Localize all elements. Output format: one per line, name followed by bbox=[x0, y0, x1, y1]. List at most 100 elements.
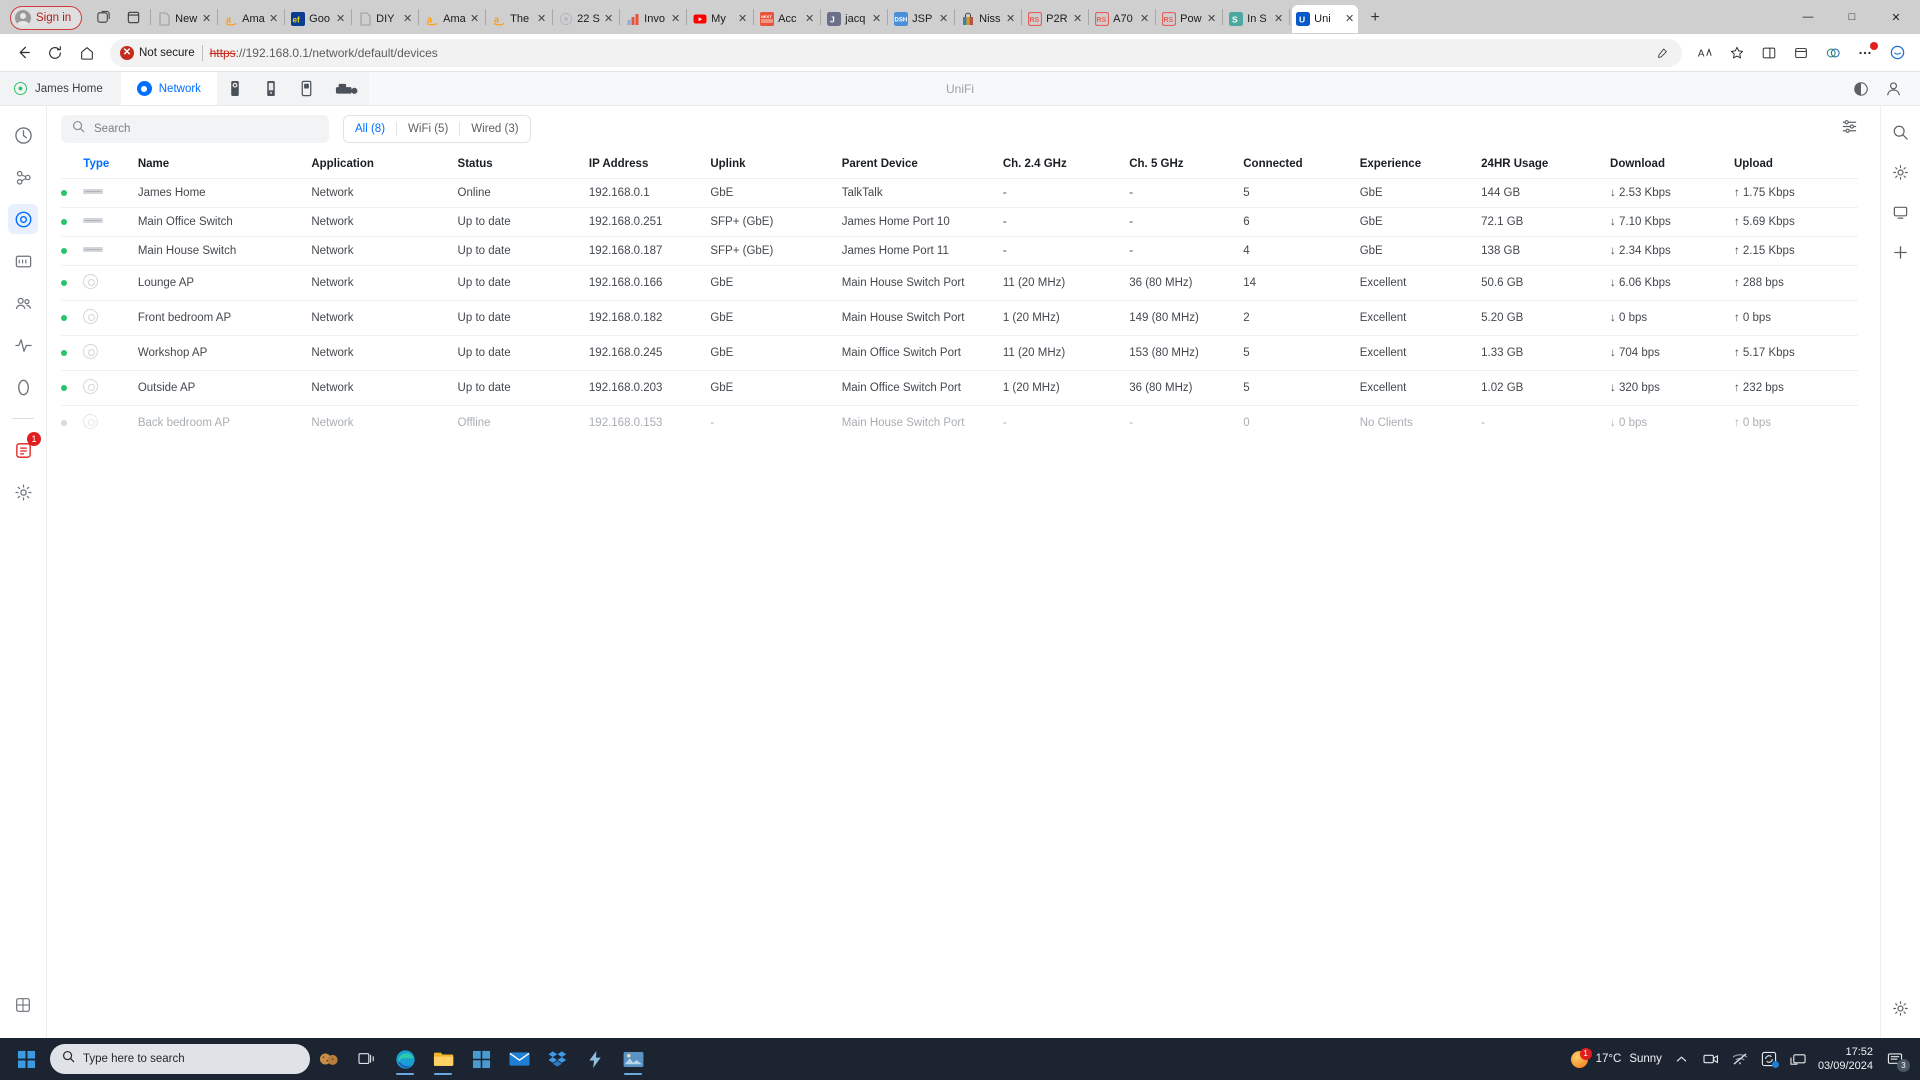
device-row[interactable]: Main Office Switch Network Up to date 192.1… bbox=[61, 207, 1858, 237]
browser-tab[interactable]: a The ✕ bbox=[488, 5, 550, 33]
device-parent-cell[interactable]: Main Office Switch Port bbox=[841, 370, 1003, 406]
home-button[interactable] bbox=[72, 38, 102, 68]
taskbar-app-mail[interactable] bbox=[500, 1042, 538, 1076]
column-header-down[interactable]: Download bbox=[1610, 152, 1734, 179]
window-maximize-button[interactable]: □ bbox=[1830, 1, 1874, 33]
taskbar-weather[interactable]: 1 17°C Sunny bbox=[1570, 1047, 1662, 1068]
taskbar-task-view[interactable] bbox=[348, 1042, 386, 1076]
device-row[interactable]: Workshop AP Network Up to date 192.168.0.24… bbox=[61, 335, 1858, 371]
sidebar-item-settings[interactable] bbox=[8, 477, 38, 507]
right-devices-icon[interactable] bbox=[1889, 200, 1913, 224]
filter-option[interactable]: WiFi (5) bbox=[397, 116, 459, 142]
device-row[interactable]: James Home Network Online 192.168.0.1 GbE Tal… bbox=[61, 178, 1858, 208]
sidebar-item-dashboard[interactable] bbox=[8, 120, 38, 150]
new-tab-button[interactable]: + bbox=[1362, 5, 1388, 31]
device-row[interactable]: Front bedroom AP Network Up to date 192.168… bbox=[61, 300, 1858, 336]
tab-close-icon[interactable]: ✕ bbox=[1274, 13, 1283, 25]
favorite-star-icon[interactable] bbox=[1722, 38, 1752, 68]
taskbar-search[interactable]: Type here to search bbox=[50, 1044, 310, 1074]
tab-close-icon[interactable]: ✕ bbox=[336, 13, 345, 25]
browser-tab[interactable]: a Ama ✕ bbox=[220, 5, 282, 33]
tab-close-icon[interactable]: ✕ bbox=[470, 13, 479, 25]
tab-close-icon[interactable]: ✕ bbox=[872, 13, 881, 25]
user-account-icon[interactable] bbox=[1884, 80, 1902, 98]
split-screen-icon[interactable] bbox=[1652, 43, 1672, 63]
sidebar-item-insights[interactable] bbox=[8, 330, 38, 360]
right-search-icon[interactable] bbox=[1889, 120, 1913, 144]
collections-icon[interactable] bbox=[1786, 38, 1816, 68]
browser-menu-icon[interactable] bbox=[1850, 38, 1880, 68]
device-row[interactable]: Back bedroom AP Network Offline 192.168.0.1… bbox=[61, 405, 1858, 440]
browser-tab[interactable]: 22 S ✕ bbox=[555, 5, 617, 33]
browser-tab[interactable]: U Uni ✕ bbox=[1292, 5, 1359, 33]
tab-close-icon[interactable]: ✕ bbox=[939, 13, 948, 25]
device-name-cell[interactable]: Lounge AP bbox=[137, 265, 312, 301]
sidebar-item-layout[interactable] bbox=[8, 990, 38, 1020]
column-header-conn[interactable]: Connected bbox=[1243, 152, 1359, 179]
tab-close-icon[interactable]: ✕ bbox=[738, 13, 747, 25]
browser-tab[interactable]: RS A70 ✕ bbox=[1091, 5, 1153, 33]
tab-access[interactable] bbox=[252, 72, 289, 105]
device-parent-cell[interactable]: Main Office Switch Port bbox=[841, 335, 1003, 371]
column-header-status[interactable]: Status bbox=[458, 152, 589, 179]
tray-camera-icon[interactable] bbox=[1702, 1050, 1720, 1068]
security-badge[interactable]: ✕ Not secure bbox=[120, 45, 195, 60]
tab-close-icon[interactable]: ✕ bbox=[1207, 13, 1216, 25]
browser-tab[interactable]: RS P2R ✕ bbox=[1024, 5, 1086, 33]
tab-protect[interactable] bbox=[216, 72, 253, 105]
table-settings-icon[interactable] bbox=[1841, 118, 1858, 140]
taskbar-app-explorer[interactable] bbox=[424, 1042, 462, 1076]
device-name-cell[interactable]: James Home bbox=[137, 178, 312, 208]
sign-in-button[interactable]: Sign in bbox=[10, 6, 83, 30]
tab-close-icon[interactable]: ✕ bbox=[403, 13, 412, 25]
browser-tab[interactable]: My ✕ bbox=[689, 5, 751, 33]
back-button[interactable] bbox=[8, 38, 38, 68]
browser-tab[interactable]: ef Goo ✕ bbox=[287, 5, 349, 33]
column-header-name[interactable]: Name bbox=[138, 152, 312, 179]
address-input[interactable]: ✕ Not secure https://192.168.0.1/network… bbox=[110, 38, 1682, 67]
column-header-usage[interactable]: 24HR Usage bbox=[1481, 152, 1610, 179]
tray-expand-icon[interactable] bbox=[1673, 1050, 1691, 1068]
browser-tab[interactable]: S In S ✕ bbox=[1225, 5, 1287, 33]
taskbar-app-edge[interactable] bbox=[386, 1042, 424, 1076]
tab-close-icon[interactable]: ✕ bbox=[1006, 13, 1015, 25]
column-header-ip[interactable]: IP Address bbox=[589, 152, 710, 179]
column-header-uplink[interactable]: Uplink bbox=[710, 152, 841, 179]
device-name-cell[interactable]: Back bedroom AP bbox=[137, 405, 312, 440]
tab-close-icon[interactable]: ✕ bbox=[805, 13, 814, 25]
copilot-sidebar-icon[interactable] bbox=[1882, 38, 1912, 68]
read-aloud-icon[interactable]: A bbox=[1690, 38, 1720, 68]
start-button[interactable] bbox=[6, 1042, 46, 1076]
filter-option[interactable]: Wired (3) bbox=[460, 116, 529, 142]
search-input[interactable]: Search bbox=[61, 115, 329, 143]
theme-toggle-icon[interactable] bbox=[1852, 80, 1870, 98]
device-row[interactable]: Outside AP Network Up to date 192.168.0.203… bbox=[61, 370, 1858, 406]
column-header-exp[interactable]: Experience bbox=[1360, 152, 1481, 179]
window-close-button[interactable]: ✕ bbox=[1874, 1, 1918, 33]
right-settings-icon[interactable] bbox=[1889, 160, 1913, 184]
tab-network[interactable]: Network bbox=[120, 72, 217, 105]
column-header-ch24[interactable]: Ch. 2.4 GHz bbox=[1003, 152, 1129, 179]
browser-tab[interactable]: DIY ✕ bbox=[354, 5, 416, 33]
tab-close-icon[interactable]: ✕ bbox=[537, 13, 546, 25]
browser-tab[interactable]: Niss ✕ bbox=[957, 5, 1019, 33]
sidebar-item-topology[interactable] bbox=[8, 162, 38, 192]
right-add-icon[interactable] bbox=[1889, 240, 1913, 264]
tab-copilot-icon[interactable] bbox=[90, 4, 116, 30]
device-row[interactable]: Lounge AP Network Up to date 192.168.0.166 G… bbox=[61, 265, 1858, 301]
tab-close-icon[interactable]: ✕ bbox=[1345, 13, 1354, 25]
sidebar-item-devices[interactable] bbox=[8, 204, 38, 234]
taskbar-app-flash[interactable] bbox=[576, 1042, 614, 1076]
browser-tab[interactable]: Invo ✕ bbox=[622, 5, 684, 33]
window-minimize-button[interactable]: — bbox=[1786, 1, 1830, 33]
site-selector[interactable]: ● James Home bbox=[0, 72, 121, 105]
tab-close-icon[interactable]: ✕ bbox=[1140, 13, 1149, 25]
column-header-parent[interactable]: Parent Device bbox=[842, 152, 1003, 179]
vertical-tabs-icon[interactable] bbox=[120, 4, 146, 30]
column-header-ch5[interactable]: Ch. 5 GHz bbox=[1129, 152, 1243, 179]
tab-close-icon[interactable]: ✕ bbox=[202, 13, 211, 25]
tab-close-icon[interactable]: ✕ bbox=[604, 13, 613, 25]
tray-display-icon[interactable] bbox=[1789, 1050, 1807, 1068]
tray-wifi-off-icon[interactable] bbox=[1731, 1050, 1749, 1068]
sidebar-item-security[interactable] bbox=[8, 372, 38, 402]
